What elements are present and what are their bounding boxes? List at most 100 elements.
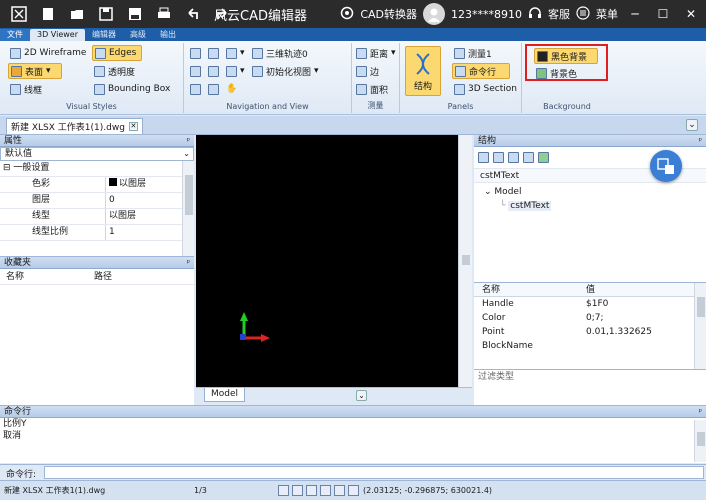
tree-icon[interactable] [538,152,549,163]
table-row[interactable]: Point 0.01,1.332625 [474,325,706,339]
lines-button[interactable]: 线框 [8,81,44,97]
converter-icon[interactable] [340,6,354,23]
details-scrollbar[interactable] [694,283,706,369]
save-icon[interactable] [95,4,117,24]
structure-button[interactable]: 结构 [405,46,441,96]
property-row[interactable]: 图层 0 [0,193,194,209]
collapse-icon[interactable]: ⊟ [3,163,11,173]
command-scrollbar[interactable] [694,420,706,462]
pin-icon[interactable]: ᵖ [187,135,190,147]
3d-viewport[interactable] [196,135,458,387]
grid-icon[interactable] [292,485,303,496]
maximize-icon[interactable]: ☐ [652,7,674,21]
group-panels: 结构 测量1 命令行 3D Section Panels [400,43,522,113]
pin-icon[interactable]: ᵖ [187,257,190,269]
snap-icon[interactable] [278,485,289,496]
chevron-down-icon: ▾ [314,66,319,76]
table-row[interactable]: Color 0;7; [474,311,706,325]
edges-button[interactable]: Edges [92,45,142,61]
bounding-box-button[interactable]: Bounding Box [92,81,172,97]
new-file-icon[interactable] [37,4,59,24]
property-row[interactable]: 线型比例 1 [0,225,194,241]
measure1-button[interactable]: 测量1 [452,45,494,61]
table-row[interactable]: Handle $1F0 [474,297,706,311]
model-tab[interactable]: Model [204,388,246,402]
command-line-icon [455,65,466,77]
hand-icon[interactable]: ✋ [224,81,239,97]
pin-icon[interactable]: ᵖ [699,135,702,147]
orbit-button[interactable]: 三维轨迹0 [250,45,310,61]
close-tab-icon[interactable]: ✕ [128,122,138,131]
tree-node-cstmtext[interactable]: └ cstMText [500,201,552,211]
details-table: 名称 值 Handle $1F0 Color 0;7; Point 0.01,1… [474,283,706,369]
filter-input[interactable]: 过滤类型 [474,369,706,385]
tab-output[interactable]: 输出 [153,29,183,41]
command-input[interactable] [44,466,704,479]
zoom-previous-icon[interactable] [206,81,221,97]
properties-grid: ⊟ 一般设置 色彩 以图层 图层 0 线型 以图层 线型比例 1 [0,161,194,257]
table-row[interactable]: BlockName [474,339,706,353]
menu-icon[interactable] [576,5,590,23]
pan-icon[interactable] [188,45,203,61]
collapse-icon[interactable]: ⌄ [484,187,492,197]
converter-link[interactable]: CAD转换器 [360,6,417,22]
translate-icon[interactable] [650,150,682,182]
column-path[interactable]: 路径 [94,269,112,284]
zoom-in-icon[interactable]: ▾ [224,45,247,61]
distance-button[interactable]: 距离 ▾ [354,45,398,61]
menu-button[interactable]: 菜单 [596,6,618,22]
property-row[interactable]: 线型 以图层 [0,209,194,225]
expand-icon[interactable]: ⌄ [356,390,367,401]
service-link[interactable]: 客服 [548,6,570,22]
section-button[interactable]: 3D Section [452,81,519,97]
zoom-window-icon[interactable] [206,45,221,61]
expand-icon[interactable]: ⌄ [686,119,698,131]
pin-icon[interactable]: ᵖ [699,406,702,418]
init-view-button[interactable]: 初始化视图 ▾ [250,63,321,79]
save-as-icon[interactable] [124,4,146,24]
close-icon[interactable]: ✕ [680,7,702,21]
lineweight-icon[interactable] [348,485,359,496]
properties-selector[interactable]: 默认值 ⌄ [0,147,194,161]
undo-icon[interactable] [182,4,204,24]
tab-advanced[interactable]: 高级 [123,29,153,41]
open-folder-icon[interactable] [66,4,88,24]
tab-editor[interactable]: 编辑器 [85,29,123,41]
surface-dropdown[interactable]: 表面 ▾ [8,63,62,79]
app-logo-icon [8,4,30,24]
edge-button[interactable]: 边 [354,63,381,79]
zoom-extents-icon[interactable] [188,63,203,79]
chevron-down-icon: ▾ [391,48,396,58]
command-line-button[interactable]: 命令行 [452,63,510,79]
left-panel: 属性 ᵖ 默认值 ⌄ ⊟ 一般设置 色彩 以图层 图层 0 线型 以图层 线型比… [0,135,194,405]
headset-icon[interactable] [528,6,542,23]
viewport-scrollbar[interactable] [458,135,472,387]
tree-node-model[interactable]: ⌄ Model [484,187,521,197]
rotate-icon[interactable] [188,81,203,97]
transparency-button[interactable]: 透明度 [92,63,137,79]
user-name[interactable]: 123****8910 [451,8,522,21]
ortho-icon[interactable] [306,485,317,496]
area-button[interactable]: 面积 [354,81,390,97]
avatar[interactable] [423,3,445,25]
polar-icon[interactable] [320,485,331,496]
osnap-icon[interactable] [334,485,345,496]
list-view-icon[interactable] [478,152,489,163]
status-bar: 新建 XLSX 工作表1(1).dwg 1/3 (2.03125; -0.296… [0,480,706,500]
property-row[interactable]: 色彩 以图层 [0,177,194,193]
refresh-icon[interactable] [508,152,519,163]
tab-file[interactable]: 文件 [0,29,30,41]
column-name[interactable]: 名称 [0,269,94,284]
column-view-icon[interactable] [493,152,504,163]
wireframe-button[interactable]: 2D Wireframe [8,45,88,61]
property-category[interactable]: ⊟ 一般设置 [0,161,194,177]
zoom-out-icon[interactable]: ▾ [224,63,247,79]
document-tab[interactable]: 新建 XLSX 工作表1(1).dwg ✕ [6,118,143,134]
zoom-all-icon[interactable] [206,63,221,79]
orbit-icon [252,47,263,59]
export-icon[interactable] [523,152,534,163]
minimize-icon[interactable]: ─ [624,7,646,21]
tab-3d-viewer[interactable]: 3D Viewer [30,29,85,41]
properties-scrollbar[interactable] [182,161,194,256]
print-icon[interactable] [153,4,175,24]
